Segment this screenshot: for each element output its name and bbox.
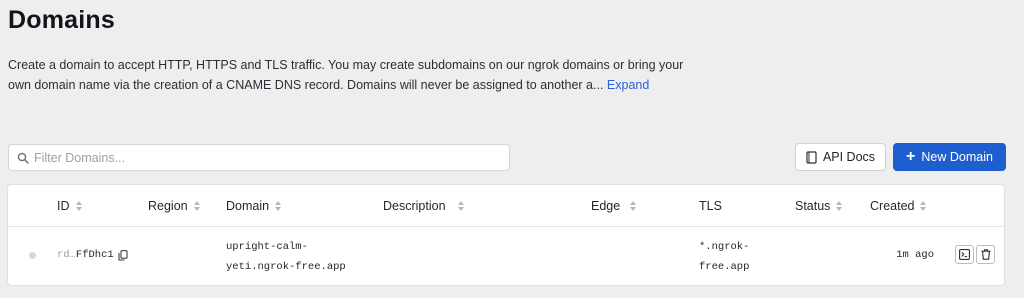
sort-icon — [630, 200, 637, 212]
domain-cell: upright-calm- yeti.ngrok-free.app — [226, 237, 366, 277]
column-header-status[interactable]: Status — [795, 199, 843, 213]
sort-icon — [920, 200, 927, 212]
copy-icon[interactable] — [118, 249, 128, 261]
tls-line-1: *.ngrok- — [699, 241, 750, 253]
api-docs-button[interactable]: API Docs — [795, 143, 886, 171]
open-terminal-button[interactable] — [955, 245, 974, 264]
sort-icon — [75, 200, 83, 212]
sort-icon — [457, 200, 465, 212]
new-domain-button[interactable]: + New Domain — [893, 143, 1006, 171]
sort-icon — [275, 200, 282, 212]
new-domain-label: New Domain — [921, 150, 993, 164]
column-label: Region — [148, 199, 188, 213]
id-suffix: FfDhc1 — [75, 249, 114, 261]
column-label: Description — [383, 199, 446, 213]
domain-line-1: upright-calm- — [226, 241, 308, 253]
domain-id: rd…FfDhc1 — [57, 249, 128, 261]
id-prefix: rd… — [57, 249, 76, 261]
column-header-id[interactable]: ID — [57, 199, 83, 213]
search-icon — [17, 152, 29, 164]
column-label: ID — [57, 199, 70, 213]
tls-cell: *.ngrok- free.app — [699, 237, 779, 277]
column-label: Created — [870, 199, 915, 213]
trash-icon — [981, 249, 990, 260]
domains-table: ID Region Domain Description Edge TLS St… — [7, 184, 1005, 286]
column-header-tls: TLS — [699, 199, 722, 213]
page-title: Domains — [8, 6, 115, 34]
filter-domains-field[interactable] — [8, 144, 510, 171]
api-docs-label: API Docs — [822, 150, 876, 164]
terminal-icon — [959, 249, 970, 260]
domain-line-2: yeti.ngrok-free.app — [226, 261, 346, 273]
sort-icon — [193, 200, 201, 212]
status-dot — [29, 252, 36, 259]
plus-icon: + — [906, 148, 916, 165]
column-header-region[interactable]: Region — [148, 199, 201, 213]
column-header-edge[interactable]: Edge — [591, 199, 637, 213]
table-header: ID Region Domain Description Edge TLS St… — [8, 185, 1004, 227]
description-text: Create a domain to accept HTTP, HTTPS an… — [8, 58, 684, 92]
sort-icon — [836, 200, 843, 212]
column-label: Domain — [226, 199, 270, 213]
tls-line-2: free.app — [699, 261, 750, 273]
created-cell: 1m ago — [896, 249, 934, 261]
column-header-description[interactable]: Description — [383, 199, 465, 213]
column-header-domain[interactable]: Domain — [226, 199, 282, 213]
column-header-created[interactable]: Created — [870, 199, 927, 213]
table-row[interactable]: rd…FfDhc1 upright-calm- yeti.ngrok-free.… — [8, 227, 1004, 285]
delete-domain-button[interactable] — [976, 245, 995, 264]
column-label: TLS — [699, 199, 722, 213]
page-description: Create a domain to accept HTTP, HTTPS an… — [8, 55, 708, 95]
expand-link[interactable]: Expand — [607, 78, 649, 92]
filter-domains-input[interactable] — [34, 150, 504, 165]
column-label: Edge — [591, 199, 621, 213]
column-label: Status — [795, 199, 831, 213]
book-icon — [806, 150, 817, 164]
